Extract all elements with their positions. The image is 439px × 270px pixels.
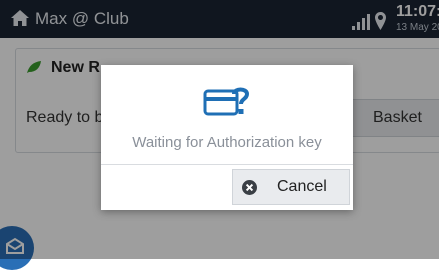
dialog-message: Waiting for Authorization key xyxy=(132,134,322,151)
authorization-dialog: Waiting for Authorization key Cancel xyxy=(101,65,353,210)
close-circle-icon xyxy=(242,180,257,195)
dialog-divider xyxy=(101,164,353,165)
cancel-label: Cancel xyxy=(277,178,327,195)
card-question-icon xyxy=(203,87,250,116)
cancel-button[interactable]: Cancel xyxy=(232,169,350,205)
